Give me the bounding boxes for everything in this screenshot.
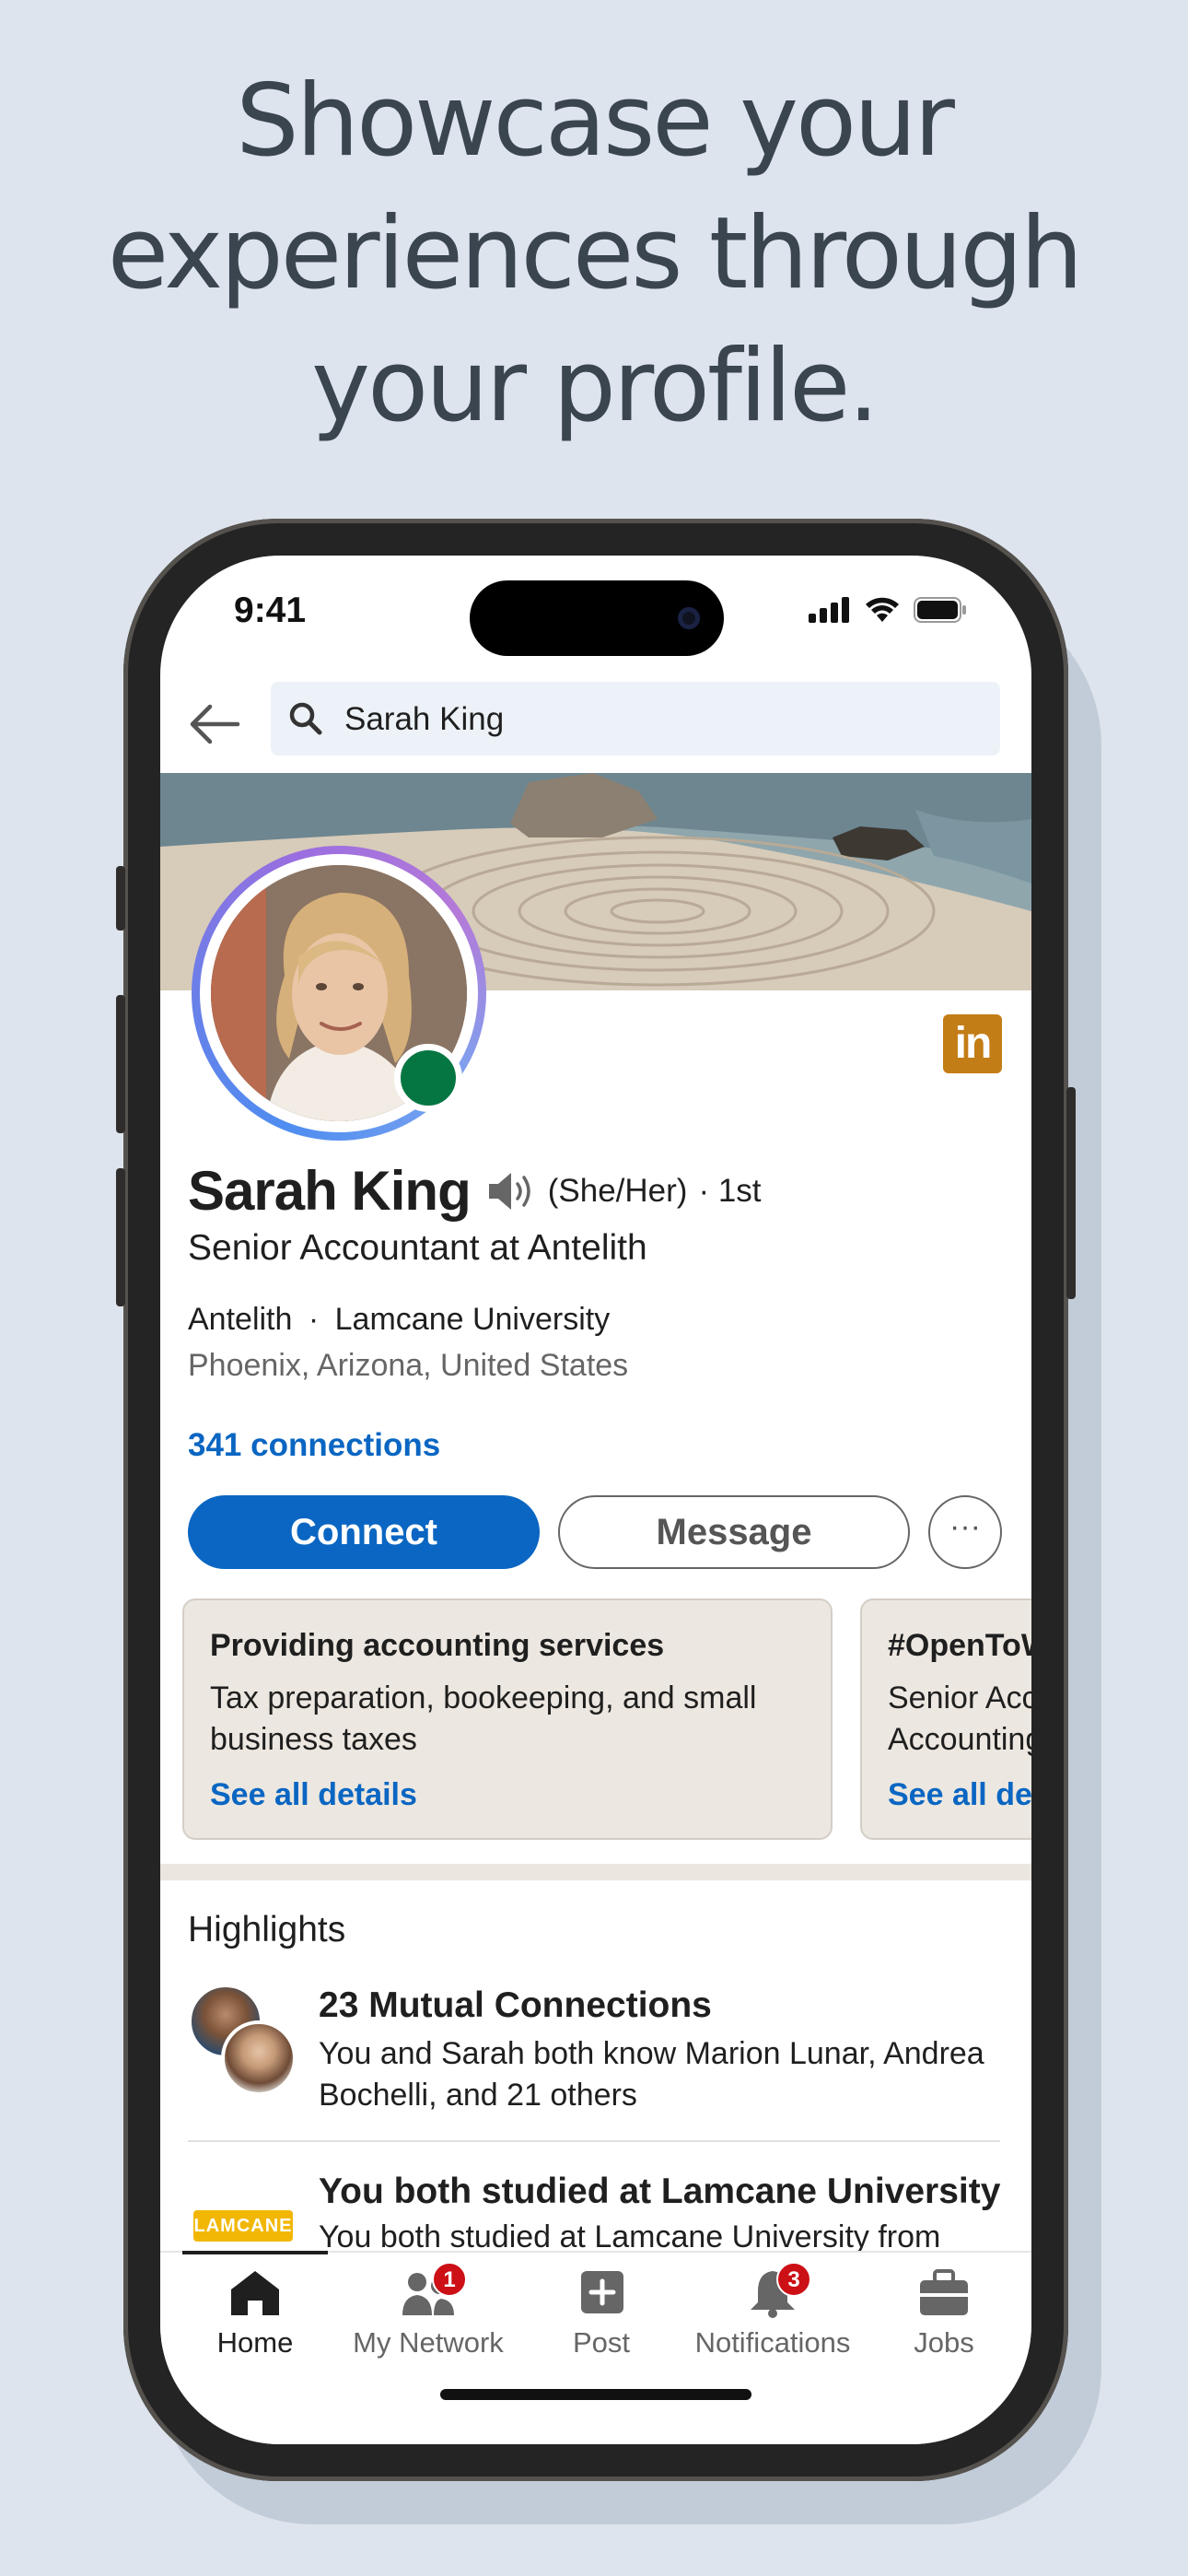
camera-icon [678,607,700,629]
nav-label: Home [216,2326,294,2359]
connect-button[interactable]: Connect [188,1495,540,1569]
see-all-details-link[interactable]: See all details [210,1777,417,1813]
network-badge: 1 [432,2262,467,2297]
status-time: 9:41 [234,591,307,630]
dynamic-island [470,580,724,656]
profile-headline: Senior Accountant at Antelith [188,1228,647,1268]
mutual-connections-title[interactable]: 23 Mutual Connections [319,1985,712,2026]
signal-icon [809,597,849,623]
card-body: Tax preparation, bookeeping, and small b… [210,1680,757,1757]
nav-my-network[interactable]: 1 My Network [341,2262,516,2378]
headline-line-2: experiences through [107,196,1084,311]
nav-jobs[interactable]: Jobs [856,2267,1031,2378]
phone-volume-down-button [116,1168,125,1306]
bottom-navigation: Home 1 My Network Post 3 Notifications J… [160,2251,1031,2444]
profile-name: Sarah King [188,1160,472,1222]
phone-volume-up-button [116,995,125,1133]
headline-line-3: your profile. [311,329,879,444]
briefcase-icon [916,2267,972,2319]
card-title: Providing accounting services [210,1628,665,1663]
search-input[interactable]: Sarah King [271,682,1000,755]
mutual-avatar-2 [221,2020,297,2096]
network-icon: 1 [401,2262,467,2319]
profile-location: Phoenix, Arizona, United States [188,1348,629,1383]
nav-home[interactable]: Home [168,2267,343,2378]
org-row: Antelith · Lamcane University [188,1302,610,1338]
search-query: Sarah King [344,701,505,737]
bell-icon: 3 [745,2262,811,2319]
search-icon [289,702,322,735]
nav-label: Notifications [694,2326,851,2359]
nav-notifications[interactable]: 3 Notifications [685,2262,860,2378]
card-title: #OpenToWork [888,1628,1031,1663]
linkedin-premium-icon[interactable]: in [943,1014,1002,1073]
message-button[interactable]: Message [558,1495,910,1569]
card-body: Senior Accountant, Accounting Manager [888,1680,1031,1757]
back-arrow-icon[interactable] [186,696,243,753]
nav-label: My Network [353,2326,504,2359]
highlights-heading: Highlights [188,1910,346,1950]
profile-cards-carousel[interactable]: Providing accounting services Tax prepar… [160,1598,1031,1842]
open-to-work-card[interactable]: #OpenToWork Senior Accountant, Accountin… [860,1598,1031,1840]
home-indicator [440,2389,751,2400]
name-pronunciation-icon[interactable] [485,1168,537,1214]
name-row: Sarah King (She/Her) · 1st [188,1159,762,1223]
notifications-badge: 3 [776,2262,811,2297]
connections-link[interactable]: 341 connections [188,1427,440,1464]
active-tab-indicator [182,2251,328,2254]
nav-label: Post [572,2326,631,2359]
wifi-icon [866,597,899,622]
online-status-indicator [394,1044,462,1112]
phone-action-button [116,866,125,931]
home-icon [227,2267,283,2319]
marketing-headline: Showcase your experiences through your p… [0,55,1188,453]
connection-degree: · 1st [698,1172,762,1209]
highlight-divider [188,2140,1000,2142]
section-divider [160,1864,1031,1880]
services-card[interactable]: Providing accounting services Tax prepar… [182,1598,833,1840]
mutual-connections-description: You and Sarah both know Marion Lunar, An… [319,2036,984,2113]
education-school[interactable]: Lamcane University [335,1302,611,1337]
shared-school-title[interactable]: You both studied at Lamcane University [319,2172,1000,2212]
lamcane-logo: LAMCANE [193,2210,293,2242]
phone-power-button [1066,1087,1076,1299]
nav-post[interactable]: Post [514,2267,689,2378]
search-bar-row: Sarah King [160,675,1031,771]
plus-square-icon [574,2267,629,2319]
nav-label: Jobs [914,2326,974,2359]
battery-icon [914,597,966,623]
see-all-details-link[interactable]: See all details [888,1777,1031,1813]
phone-screen: 9:41 Sarah King in Sarah King (She/Her) … [160,556,1031,2444]
more-options-button[interactable]: ··· [928,1495,1002,1569]
pronouns: (She/Her) [547,1172,688,1209]
current-company[interactable]: Antelith [188,1302,292,1337]
org-separator: · [308,1302,320,1337]
mutual-connections-avatars[interactable] [188,1984,308,2103]
headline-line-1: Showcase your [236,64,955,179]
status-icons [809,596,967,624]
